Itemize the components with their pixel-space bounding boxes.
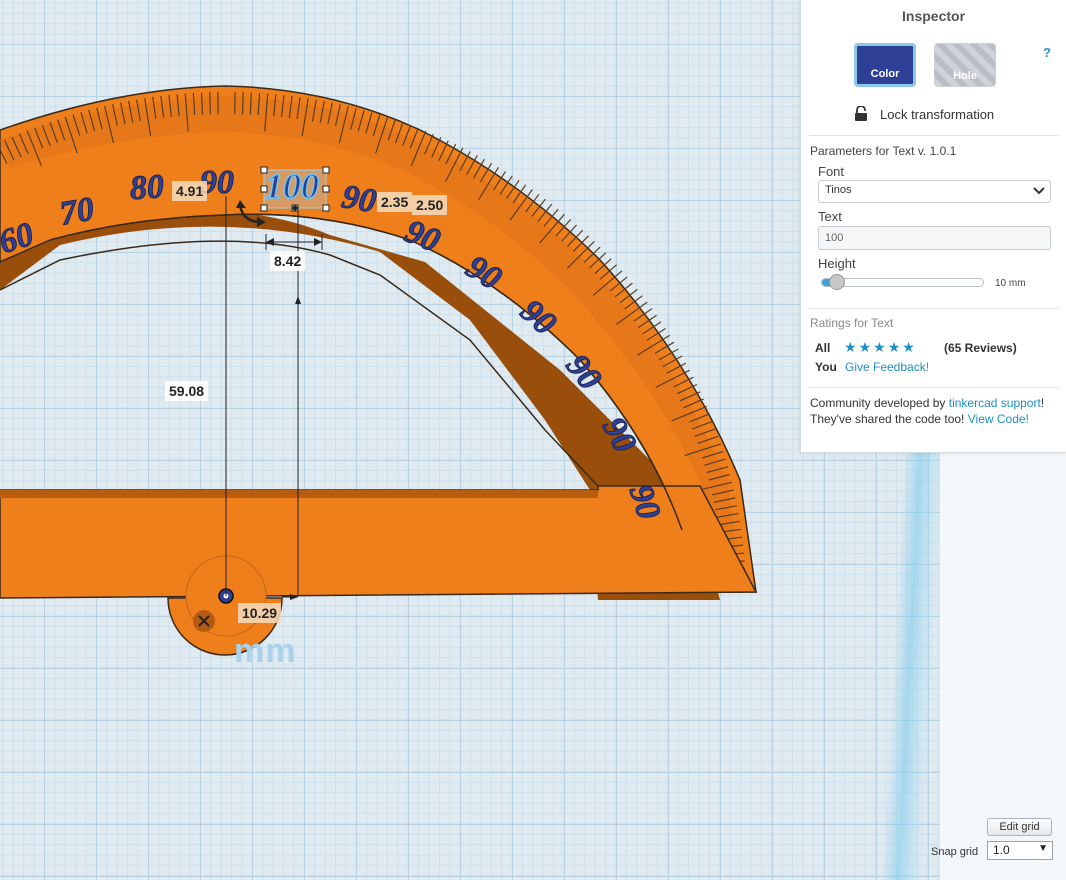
inspector-title: Inspector	[902, 8, 966, 24]
snap-grid-label: Snap grid	[931, 846, 979, 858]
unit-label: mm	[234, 632, 297, 670]
hole-button[interactable]: Hole	[934, 43, 996, 87]
tick-mark	[209, 92, 211, 115]
star-icon: ★	[873, 339, 886, 355]
hole-label: Hole	[953, 70, 977, 82]
community-note: Community developed by tinkercad support…	[810, 395, 1060, 427]
tick-mark	[241, 92, 244, 115]
params-title: Parameters for Text v. 1.0.1	[810, 144, 957, 158]
lock-label: Lock transformation	[880, 106, 995, 122]
svg-text:100: 100	[265, 166, 319, 206]
divider	[809, 135, 1059, 136]
dim-width[interactable]: 8.42	[270, 251, 306, 271]
rating-you-label: You	[815, 360, 837, 374]
view-code-link[interactable]: View Code!	[968, 412, 1029, 426]
star-icon: ★	[887, 339, 901, 355]
color-button[interactable]: Color	[854, 43, 916, 87]
dim-bottom[interactable]: 10.29	[238, 603, 282, 623]
star-icon: ★	[844, 339, 857, 355]
divider	[809, 308, 1059, 309]
height-slider[interactable]	[821, 278, 984, 287]
font-label: Font	[818, 164, 845, 179]
inspector-panel: Inspector ? Color Hole Lock transformati…	[800, 0, 1066, 453]
caret-down-icon: ▼	[1038, 843, 1048, 854]
height-label: Height	[818, 256, 856, 271]
lock-icon	[855, 106, 867, 121]
shared-text: They've shared the code too!	[810, 412, 968, 426]
dim-right-a[interactable]: 2.35	[377, 192, 413, 212]
font-select[interactable]: Tinos	[818, 180, 1051, 203]
star-icon: ★	[858, 339, 872, 355]
divider	[809, 387, 1059, 388]
scale-label: 80	[129, 168, 165, 207]
dim-left-offset[interactable]: 4.91	[172, 181, 208, 201]
give-feedback-link[interactable]: Give Feedback!	[845, 360, 929, 374]
dim-vertical[interactable]: 59.08	[165, 381, 209, 401]
ratings-title: Ratings for Text	[810, 316, 894, 330]
rating-stars: ★ ★ ★ ★ ★	[844, 339, 915, 355]
scale-label-90: 90	[339, 178, 379, 220]
height-slider-thumb[interactable]	[829, 274, 846, 290]
community-text: !	[1040, 396, 1045, 410]
origin-x-icon[interactable]	[193, 610, 215, 632]
help-button[interactable]: ?	[1043, 45, 1051, 60]
community-text: Community developed by	[810, 396, 949, 410]
lock-transformation-toggle[interactable]: Lock transformation	[854, 106, 994, 122]
selected-text-object[interactable]: 100	[260, 165, 330, 212]
dim-right-b[interactable]: 2.50	[412, 195, 448, 215]
text-label: Text	[818, 209, 842, 224]
tinkercad-support-link[interactable]: tinkercad support	[949, 396, 1041, 410]
font-value: Tinos	[825, 184, 852, 196]
snap-grid-select[interactable]: 1.0 ▼	[987, 841, 1053, 860]
star-icon: ★	[902, 339, 915, 355]
text-input[interactable]: 100	[818, 226, 1051, 250]
color-label: Color	[870, 68, 900, 80]
chevron-down-icon	[1033, 187, 1045, 195]
scale-label: 70	[57, 191, 97, 233]
review-count: (65 Reviews)	[944, 341, 1017, 355]
snap-grid-value: 1.0	[993, 843, 1010, 857]
rating-all-label: All	[815, 341, 831, 355]
edit-grid-button[interactable]: Edit grid	[987, 818, 1052, 836]
height-value: 10 mm	[995, 278, 1026, 289]
